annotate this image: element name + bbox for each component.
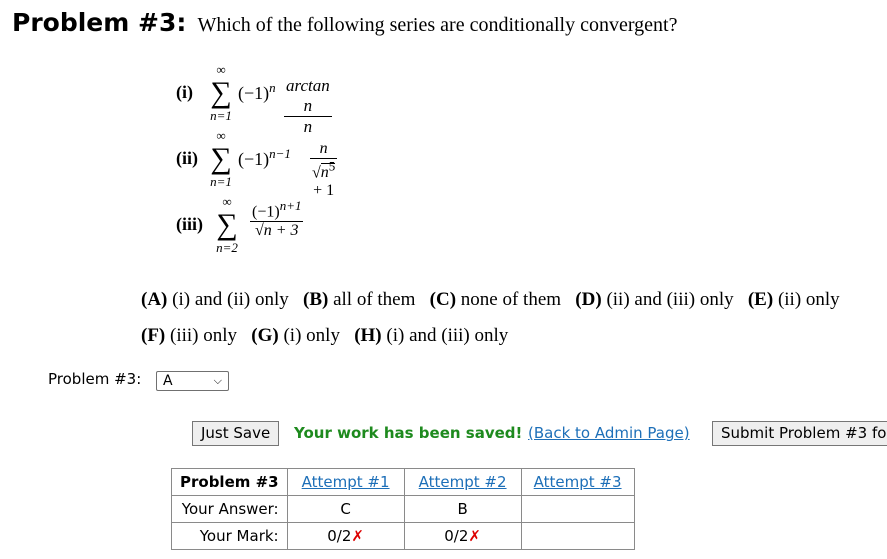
attempts-table: Problem #3 Attempt #1 Attempt #2 Attempt… — [171, 468, 635, 550]
question-text: Which of the following series are condit… — [197, 14, 678, 36]
radicand-power: 5 — [328, 159, 336, 174]
just-save-button[interactable]: Just Save — [192, 421, 280, 446]
choice-text: (i) and (iii) only — [386, 325, 509, 346]
attempt-1-answer: C — [286, 495, 405, 523]
attempt-3-mark — [520, 522, 635, 550]
choice-text: (i) only — [283, 325, 340, 346]
saved-message: Your work has been saved! — [294, 424, 523, 442]
table-header-problem: Problem #3 — [171, 468, 288, 496]
problem-label: Problem #3: — [12, 8, 187, 37]
numerator-exponent: n+1 — [279, 198, 302, 213]
table-row: Your Answer: C B — [171, 495, 635, 523]
choice-text: (ii) and (iii) only — [606, 289, 734, 310]
choice-key: (D) — [575, 289, 602, 310]
choice-text: (i) and (ii) only — [172, 289, 289, 310]
item-numeral: (i) — [176, 82, 193, 102]
attempt-2-answer: B — [403, 495, 522, 523]
your-answer-label: Your Answer: — [171, 495, 288, 523]
answer-label: Problem #3: — [48, 370, 142, 388]
attempt-2-mark: 0/2 — [444, 527, 469, 545]
choice-text: none of them — [460, 289, 562, 310]
sign-factor: (−1) — [238, 83, 270, 103]
answer-select[interactable]: A ⌵ — [156, 371, 229, 391]
attempt-1-link[interactable]: Attempt #1 — [302, 473, 390, 491]
denominator-rest: + 1 — [313, 182, 335, 200]
fraction: arctan n n — [284, 76, 332, 137]
item-numeral: (iii) — [176, 214, 203, 234]
choice-text: (ii) only — [777, 289, 840, 310]
choice-key: (E) — [747, 289, 774, 310]
table-row: Your Mark: 0/2✗ 0/2✗ — [171, 522, 635, 550]
radicand: n + 3 — [263, 221, 299, 240]
sigma-symbol: ∞ ∑ n=1 — [208, 128, 234, 190]
sign-factor: (−1) — [238, 149, 270, 169]
fraction: (−1)n+1 √n + 3 — [250, 198, 304, 240]
numerator: n — [310, 140, 338, 159]
sign-exponent: n — [269, 80, 276, 95]
answer-selected-value: A — [163, 373, 173, 389]
sum-bottom: n=1 — [210, 108, 232, 123]
chevron-down-icon: ⌵ — [213, 374, 222, 387]
your-mark-label: Your Mark: — [171, 522, 288, 550]
attempt-1-mark: 0/2 — [327, 527, 352, 545]
numerator: (−1) — [252, 203, 280, 221]
choice-key: (C) — [429, 289, 457, 310]
choice-key: (A) — [141, 289, 168, 310]
attempt-3-answer — [520, 495, 635, 523]
term-expression: (−1)n−1 — [238, 146, 291, 170]
sigma-symbol: ∞ ∑ n=1 — [208, 62, 234, 124]
choice-text: all of them — [333, 289, 416, 310]
attempt-3-link[interactable]: Attempt #3 — [534, 473, 622, 491]
sum-bottom: n=2 — [216, 240, 238, 255]
sign-exponent: n−1 — [269, 146, 291, 161]
choice-key: (F) — [141, 325, 166, 346]
choice-text: (iii) only — [170, 325, 238, 346]
problem-heading: Problem #3: Which of the following serie… — [12, 8, 677, 37]
table-row: Problem #3 Attempt #1 Attempt #2 Attempt… — [171, 468, 635, 496]
choice-key: (G) — [251, 325, 279, 346]
attempt-2-link[interactable]: Attempt #2 — [419, 473, 507, 491]
sigma-symbol: ∞ ∑ n=2 — [214, 194, 240, 256]
choices-line-2: (F) (iii) only (G) (i) only (H) (i) and … — [141, 325, 508, 347]
sum-bottom: n=1 — [210, 174, 232, 189]
back-to-admin-link[interactable]: (Back to Admin Page) — [528, 424, 690, 442]
item-numeral: (ii) — [176, 148, 198, 168]
denominator: n — [303, 117, 313, 136]
term-expression: (−1)n — [238, 80, 276, 104]
incorrect-x-icon: ✗ — [351, 527, 364, 545]
radicand: n — [320, 164, 329, 182]
choice-key: (H) — [354, 325, 382, 346]
numerator: arctan n — [284, 76, 332, 117]
choices-line-1: (A) (i) and (ii) only (B) all of them (C… — [141, 289, 840, 311]
submit-problem-button[interactable]: Submit Problem #3 fo — [712, 421, 887, 446]
choice-key: (B) — [303, 289, 329, 310]
denominator: √n5 + 1 — [312, 159, 336, 200]
fraction: n √n5 + 1 — [310, 140, 338, 200]
incorrect-x-icon: ✗ — [468, 527, 481, 545]
